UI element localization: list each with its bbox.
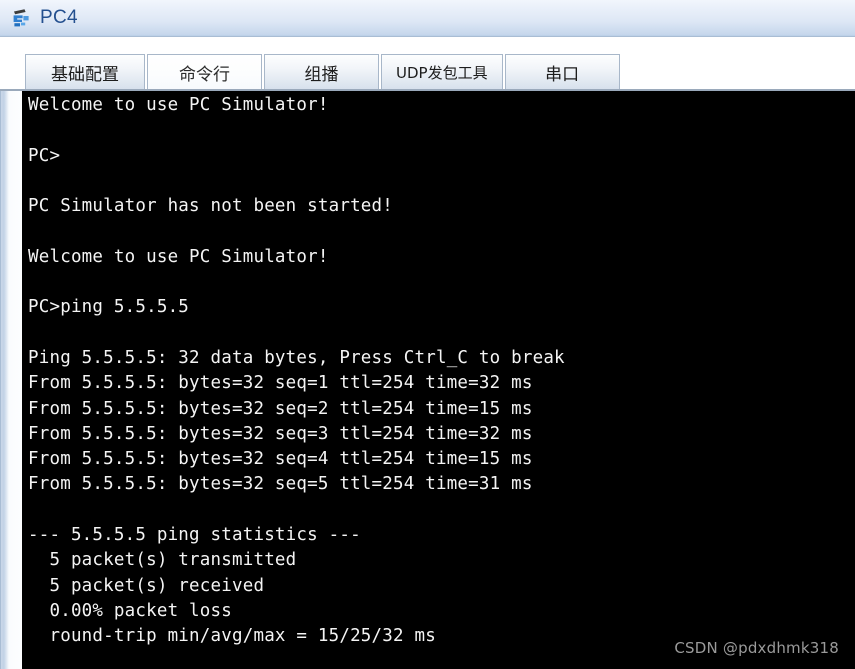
terminal-line: PC>ping 5.5.5.5 [28,297,190,318]
tab-basic-config-label: 基础配置 [51,65,119,85]
terminal-line: From 5.5.5.5: bytes=32 seq=3 ttl=254 tim… [28,423,533,444]
terminal-line: From 5.5.5.5: bytes=32 seq=4 ttl=254 tim… [28,449,533,470]
tab-udp-tool[interactable]: UDP发包工具 [381,54,503,90]
tab-strip: 基础配置 命令行 组播 UDP发包工具 串口 [0,37,855,91]
terminal-line: From 5.5.5.5: bytes=32 seq=2 ttl=254 tim… [28,398,533,419]
tab-list: 基础配置 命令行 组播 UDP发包工具 串口 [25,54,620,90]
window-title: PC4 [40,6,78,28]
window-titlebar: PC4 [0,0,855,37]
tab-serial-port[interactable]: 串口 [504,54,620,90]
terminal-line: From 5.5.5.5: bytes=32 seq=5 ttl=254 tim… [28,474,533,495]
terminal-line: 0.00% packet loss [28,600,232,621]
terminal-console[interactable]: Welcome to use PC Simulator! PC> PC Simu… [22,91,855,669]
tab-command-line-label: 命令行 [179,65,230,85]
terminal-line: Welcome to use PC Simulator! [28,246,329,267]
terminal-line: 5 packet(s) received [28,575,265,596]
terminal-line: PC Simulator has not been started! [28,196,394,217]
tab-multicast-label: 组播 [304,65,339,85]
tab-serial-port-label: 串口 [545,65,580,85]
terminal-line: PC> [28,145,61,166]
tab-basic-config[interactable]: 基础配置 [25,54,145,90]
terminal-line: --- 5.5.5.5 ping statistics --- [28,525,361,546]
tab-command-line[interactable]: 命令行 [147,54,262,90]
terminal-left-rail [0,91,22,669]
terminal-frame: Welcome to use PC Simulator! PC> PC Simu… [0,91,855,669]
pc-device-icon [11,7,33,29]
tab-udp-tool-label: UDP发包工具 [396,64,488,82]
watermark-text: CSDN @pdxdhmk318 [674,639,839,657]
pc4-simulator-window: PC4 基础配置 命令行 组播 UDP发包工具 串口 Welcome to us… [0,0,855,669]
terminal-line: From 5.5.5.5: bytes=32 seq=1 ttl=254 tim… [28,373,533,394]
terminal-output: Welcome to use PC Simulator! PC> PC Simu… [28,93,848,650]
terminal-line: 5 packet(s) transmitted [28,550,297,571]
terminal-line: Ping 5.5.5.5: 32 data bytes, Press Ctrl_… [28,347,565,368]
terminal-line: Welcome to use PC Simulator! [28,95,329,115]
tab-multicast[interactable]: 组播 [264,54,379,90]
